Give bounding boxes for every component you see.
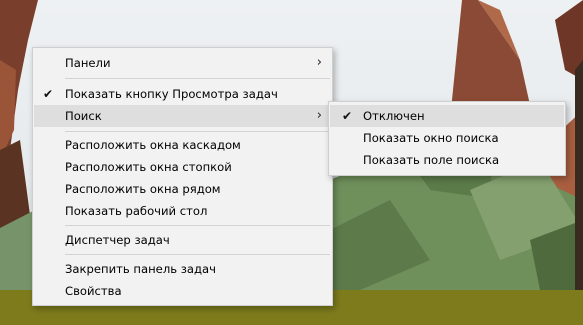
menu-item-side-by-side[interactable]: Расположить окна рядом: [34, 178, 331, 200]
menu-item-label: Поиск: [65, 109, 102, 123]
menu-item-show-desktop[interactable]: Показать рабочий стол: [34, 200, 331, 222]
submenu-item-label: Показать окно поиска: [363, 131, 499, 145]
menu-item-properties[interactable]: Свойства: [34, 280, 331, 302]
menu-separator: [65, 131, 330, 132]
checkmark-icon: ✔: [43, 87, 54, 101]
submenu-item-disabled[interactable]: ✔ Отключен: [330, 105, 564, 127]
menu-item-stack-windows[interactable]: Расположить окна стопкой: [34, 156, 331, 178]
menu-item-panels[interactable]: Панели ›: [34, 52, 331, 74]
menu-item-lock-taskbar[interactable]: Закрепить панель задач: [34, 258, 331, 280]
menu-item-cascade-windows[interactable]: Расположить окна каскадом: [34, 134, 331, 156]
menu-item-label: Свойства: [65, 284, 122, 298]
menu-separator: [65, 225, 330, 226]
submenu-item-label: Отключен: [363, 109, 425, 123]
menu-item-show-task-view[interactable]: ✔ Показать кнопку Просмотра задач: [34, 83, 331, 105]
submenu-item-label: Показать поле поиска: [363, 153, 500, 167]
menu-item-label: Панели: [65, 56, 111, 70]
menu-separator: [65, 78, 330, 79]
submenu-item-show-search-field[interactable]: Показать поле поиска: [330, 149, 564, 171]
menu-item-label: Диспетчер задач: [65, 233, 170, 247]
chevron-right-icon: ›: [316, 108, 322, 123]
menu-item-task-manager[interactable]: Диспетчер задач: [34, 229, 331, 251]
submenu-item-show-search-box[interactable]: Показать окно поиска: [330, 127, 564, 149]
checkmark-icon: ✔: [342, 109, 353, 123]
menu-item-search[interactable]: Поиск ›: [34, 105, 331, 127]
menu-item-label: Показать рабочий стол: [65, 204, 208, 218]
taskbar-context-menu: Панели › ✔ Показать кнопку Просмотра зад…: [32, 47, 333, 306]
menu-item-label: Расположить окна стопкой: [65, 160, 232, 174]
search-submenu: ✔ Отключен Показать окно поиска Показать…: [328, 101, 566, 176]
menu-item-label: Показать кнопку Просмотра задач: [65, 87, 278, 101]
menu-item-label: Расположить окна каскадом: [65, 138, 241, 152]
menu-separator: [65, 254, 330, 255]
menu-item-label: Закрепить панель задач: [65, 262, 216, 276]
menu-item-label: Расположить окна рядом: [65, 182, 221, 196]
chevron-right-icon: ›: [316, 55, 322, 70]
